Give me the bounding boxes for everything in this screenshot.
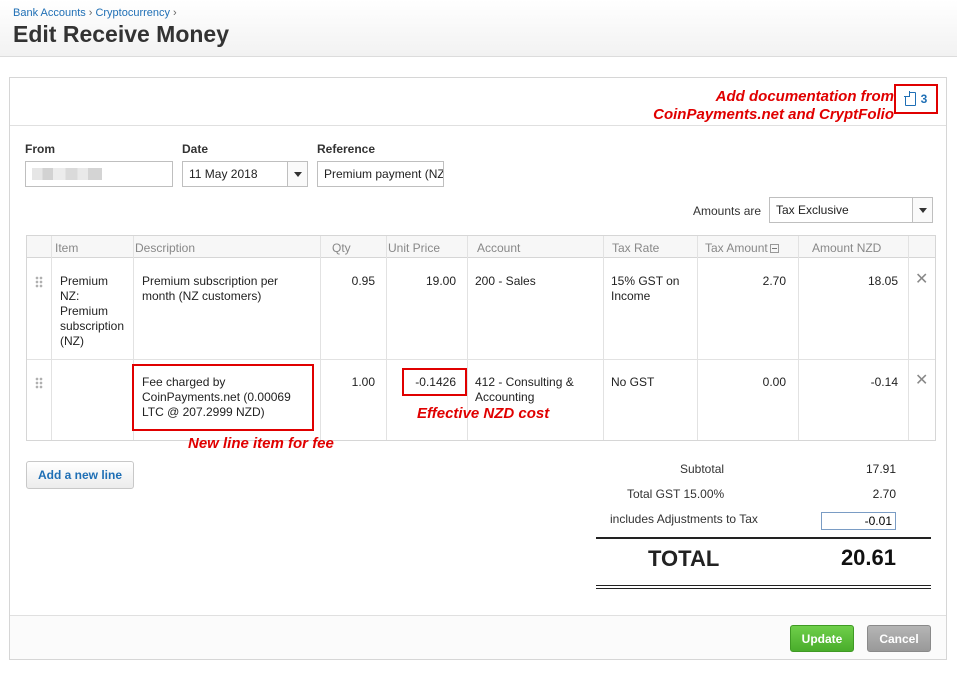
attachments-button[interactable]: 3: [894, 84, 938, 114]
row1-amount[interactable]: 18.05: [801, 274, 898, 289]
unit-price-highlight: [402, 368, 467, 396]
text-line: month (NZ customers): [142, 289, 262, 303]
reference-label: Reference: [317, 142, 376, 156]
text-line: subscription: [60, 319, 125, 333]
from-field[interactable]: [25, 161, 173, 187]
date-field[interactable]: 11 May 2018: [182, 161, 308, 187]
amounts-are-label: Amounts are: [693, 204, 762, 218]
row1-tax-amount[interactable]: 2.70: [700, 274, 786, 289]
delete-row-icon[interactable]: ✕: [915, 272, 928, 288]
date-label: Date: [182, 142, 209, 156]
row2-amount[interactable]: -0.14: [801, 375, 898, 390]
row1-account[interactable]: 200 - Sales: [475, 274, 600, 289]
row2-tax-amount[interactable]: 0.00: [700, 375, 786, 390]
breadcrumb-separator: ›: [88, 7, 93, 19]
header-qty: Qty: [332, 241, 351, 255]
header-amount: Amount NZD: [812, 241, 882, 255]
date-dropdown-button[interactable]: [287, 162, 307, 186]
text-line: 200 - Sales: [475, 274, 536, 288]
text-line: NZ:: [60, 289, 80, 303]
column-divider: [51, 236, 52, 440]
page-title: Edit Receive Money: [13, 21, 230, 47]
column-divider: [320, 236, 321, 440]
breadcrumb-cryptocurrency[interactable]: Cryptocurrency: [95, 7, 170, 19]
annotation-line: CoinPayments.net and CryptFolio: [653, 106, 894, 123]
subtotal-value: 17.91: [865, 462, 896, 476]
header-tax-amount-label: Tax Amount: [705, 241, 768, 255]
breadcrumb-separator: ›: [173, 7, 177, 19]
row-divider: [27, 359, 935, 360]
effective-cost-annotation: Effective NZD cost: [417, 405, 550, 422]
update-button[interactable]: Update: [790, 625, 854, 652]
delete-row-icon[interactable]: ✕: [915, 373, 928, 389]
reference-value: Premium payment (NZ: [324, 167, 444, 181]
gst-label: Total GST 15.00%: [627, 487, 725, 501]
header-tax-rate: Tax Rate: [612, 241, 660, 255]
text-line: No GST: [611, 375, 655, 389]
gst-value: 2.70: [872, 487, 896, 501]
form-footer: Update Cancel: [10, 615, 946, 659]
amounts-are-value: Tax Exclusive: [776, 203, 849, 217]
row2-tax-rate[interactable]: No GST: [611, 375, 695, 390]
adjustments-label: includes Adjustments to Tax: [610, 512, 758, 526]
row2-account[interactable]: 412 - Consulting & Accounting: [475, 375, 600, 405]
new-line-annotation: New line item for fee: [188, 435, 334, 452]
page-header: Bank Accounts › Cryptocurrency › Edit Recei…: [0, 0, 957, 57]
row1-tax-rate[interactable]: 15% GST on Income: [611, 274, 695, 304]
text-line: 15% GST on: [611, 274, 680, 288]
header-unit-price: Unit Price: [388, 241, 441, 255]
document-bar: Add documentation from CoinPayments.net …: [10, 78, 946, 126]
text-line: Accounting: [475, 390, 535, 404]
date-value: 11 May 2018: [189, 167, 258, 181]
drag-handle-icon[interactable]: [35, 377, 43, 389]
row1-qty[interactable]: 0.95: [323, 274, 375, 289]
header-item: Item: [55, 241, 79, 255]
header-description: Description: [135, 241, 196, 255]
reference-field[interactable]: Premium payment (NZ: [317, 161, 444, 187]
drag-handle-icon[interactable]: [35, 276, 43, 288]
header-tax-amount[interactable]: Tax Amount: [705, 241, 779, 255]
text-line: Income: [611, 289, 651, 303]
header-account: Account: [477, 241, 521, 255]
chevron-down-icon: [293, 171, 302, 177]
chevron-down-icon: [918, 207, 927, 213]
column-divider: [603, 236, 604, 440]
text-line: Premium: [60, 274, 109, 288]
text-line: (NZ): [60, 334, 84, 348]
add-new-line-button[interactable]: Add a new line: [26, 461, 134, 489]
amounts-are-select[interactable]: Tax Exclusive: [769, 197, 933, 223]
amounts-dropdown-button[interactable]: [912, 198, 932, 222]
row1-description[interactable]: Premium subscription per month (NZ custo…: [142, 274, 312, 304]
row2-qty[interactable]: 1.00: [323, 375, 375, 390]
annotation-line: Add documentation from: [715, 88, 894, 105]
column-divider: [908, 236, 909, 440]
total-rule-double: [596, 585, 931, 586]
text-line: Premium subscription per: [142, 274, 279, 288]
breadcrumb-bank-accounts[interactable]: Bank Accounts: [13, 7, 86, 19]
total-value: 20.61: [840, 545, 896, 570]
tax-adjustment-input[interactable]: [821, 512, 896, 530]
fee-description-highlight: [132, 364, 314, 431]
row1-item[interactable]: Premium NZ: Premium subscription (NZ): [60, 274, 130, 349]
column-divider: [798, 236, 799, 440]
total-label: TOTAL: [648, 546, 720, 571]
text-line: 412 - Consulting &: [475, 375, 574, 389]
total-rule-top: [596, 537, 931, 539]
cancel-button[interactable]: Cancel: [867, 625, 931, 652]
column-divider: [697, 236, 698, 440]
collapse-icon[interactable]: [769, 244, 779, 253]
total-rule-double: [596, 588, 931, 589]
receive-money-form: Add documentation from CoinPayments.net …: [9, 77, 947, 660]
breadcrumb: Bank Accounts › Cryptocurrency ›: [13, 7, 180, 19]
redacted-contact: [32, 168, 102, 180]
attachments-count: 3: [920, 92, 928, 106]
file-icon: [903, 91, 916, 106]
subtotal-label: Subtotal: [680, 462, 725, 476]
row1-unit-price[interactable]: 19.00: [389, 274, 456, 289]
column-divider: [386, 236, 387, 440]
text-line: Premium: [60, 304, 109, 318]
documentation-annotation: Add documentation from CoinPayments.net …: [653, 88, 894, 124]
from-label: From: [25, 142, 55, 156]
